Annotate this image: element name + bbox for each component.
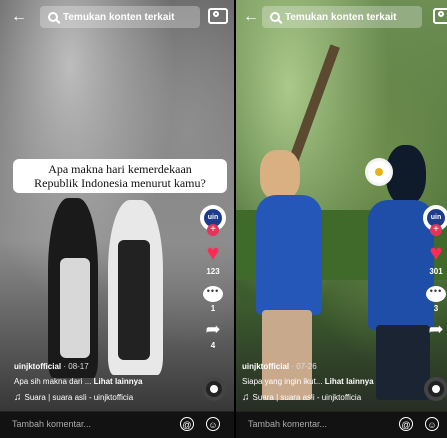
sound-name: Suara | suara asli - uinjktofficia [24,393,134,402]
search-icon [270,12,280,22]
caption-line: Republik Indonesia menurut kamu? [34,176,206,190]
person-figure [60,258,90,358]
description-text: Siapa yang ingin ikut... [242,377,323,386]
sound-row[interactable]: ♫ Suara | suara asli - uinjktofficia [242,392,422,403]
music-disc-icon[interactable] [202,377,226,401]
comment-count: 3 [433,304,439,313]
top-bar: ← Temukan konten terkait [0,6,234,30]
share-icon[interactable]: ➦ [421,319,447,339]
search-text: Temukan konten terkait [285,11,397,23]
back-arrow-icon[interactable]: ← [242,8,260,26]
back-arrow-icon[interactable]: ← [10,8,28,26]
share-count: 4 [210,341,216,350]
see-more-link[interactable]: Lihat lainnya [325,377,374,386]
share-icon[interactable]: ➦ [198,319,228,339]
comment-icon[interactable]: ••• [426,286,446,302]
search-icon [48,12,58,22]
video-description: Apa sih makna dari ... Lihat lainnya [14,377,194,386]
comment-input[interactable]: Tambah komentar... [248,419,327,429]
comment-input[interactable]: Tambah komentar... [12,419,91,429]
person-figure [260,150,300,200]
mention-icon[interactable]: @ [180,417,194,431]
follow-plus-icon[interactable]: + [430,224,442,236]
post-date: · 08-17 [63,362,89,371]
video-panel-left[interactable]: ← Temukan konten terkait Apa makna hari … [0,0,234,438]
comment-count: 1 [210,304,216,313]
mention-icon[interactable]: @ [399,417,413,431]
action-rail: uin + ♥ 301 ••• 3 ➦ [421,205,447,339]
video-info: uinjktofficial · 07-26 Siapa yang ingin … [242,362,422,403]
username[interactable]: uinjktofficial [242,362,289,371]
camera-icon[interactable] [208,8,228,24]
caption-line: Apa makna hari kemerdekaan [48,162,192,176]
person-figure [386,145,426,205]
search-bar[interactable]: Temukan konten terkait [262,6,422,28]
question-caption: Apa makna hari kemerdekaan Republik Indo… [13,159,227,193]
like-heart-icon[interactable]: ♥ [198,241,228,265]
comment-bar[interactable]: Tambah komentar... @ ☺ [0,411,234,438]
top-bar: ← Temukan konten terkait [236,6,447,30]
comment-bar[interactable]: Tambah komentar... @ ☺ [236,411,447,438]
description-text: Apa sih makna dari ... [14,377,92,386]
like-heart-icon[interactable]: ♥ [421,241,447,265]
search-bar[interactable]: Temukan konten terkait [40,6,200,28]
avatar[interactable]: uin + [423,205,447,236]
avatar[interactable]: uin + [200,205,226,236]
video-panel-right[interactable]: ← Temukan konten terkait uin + ♥ 301 •••… [236,0,447,438]
music-note-icon: ♫ [242,392,250,403]
emoji-icon[interactable]: ☺ [206,417,220,431]
emoji-icon[interactable]: ☺ [425,417,439,431]
search-text: Temukan konten terkait [63,11,175,23]
person-figure [118,240,150,360]
video-info: uinjktofficial · 08-17 Apa sih makna dar… [14,362,194,403]
follow-plus-icon[interactable]: + [207,224,219,236]
like-count: 123 [206,267,220,276]
camera-icon[interactable] [433,8,447,24]
see-more-link[interactable]: Lihat lainnya [94,377,143,386]
username[interactable]: uinjktofficial [14,362,61,371]
sound-row[interactable]: ♫ Suara | suara asli - uinjktofficia [14,392,194,403]
post-date: · 07-26 [291,362,317,371]
sound-name: Suara | suara asli - uinjktofficia [252,393,362,402]
person-figure [256,195,322,315]
video-description: Siapa yang ingin ikut... Lihat lainnya [242,377,422,386]
like-count: 301 [429,267,443,276]
flower [368,161,390,183]
action-rail: uin + ♥ 123 ••• 1 ➦ 4 [198,205,228,350]
music-disc-icon[interactable] [424,377,447,401]
music-note-icon: ♫ [14,392,22,403]
comment-icon[interactable]: ••• [203,286,223,302]
